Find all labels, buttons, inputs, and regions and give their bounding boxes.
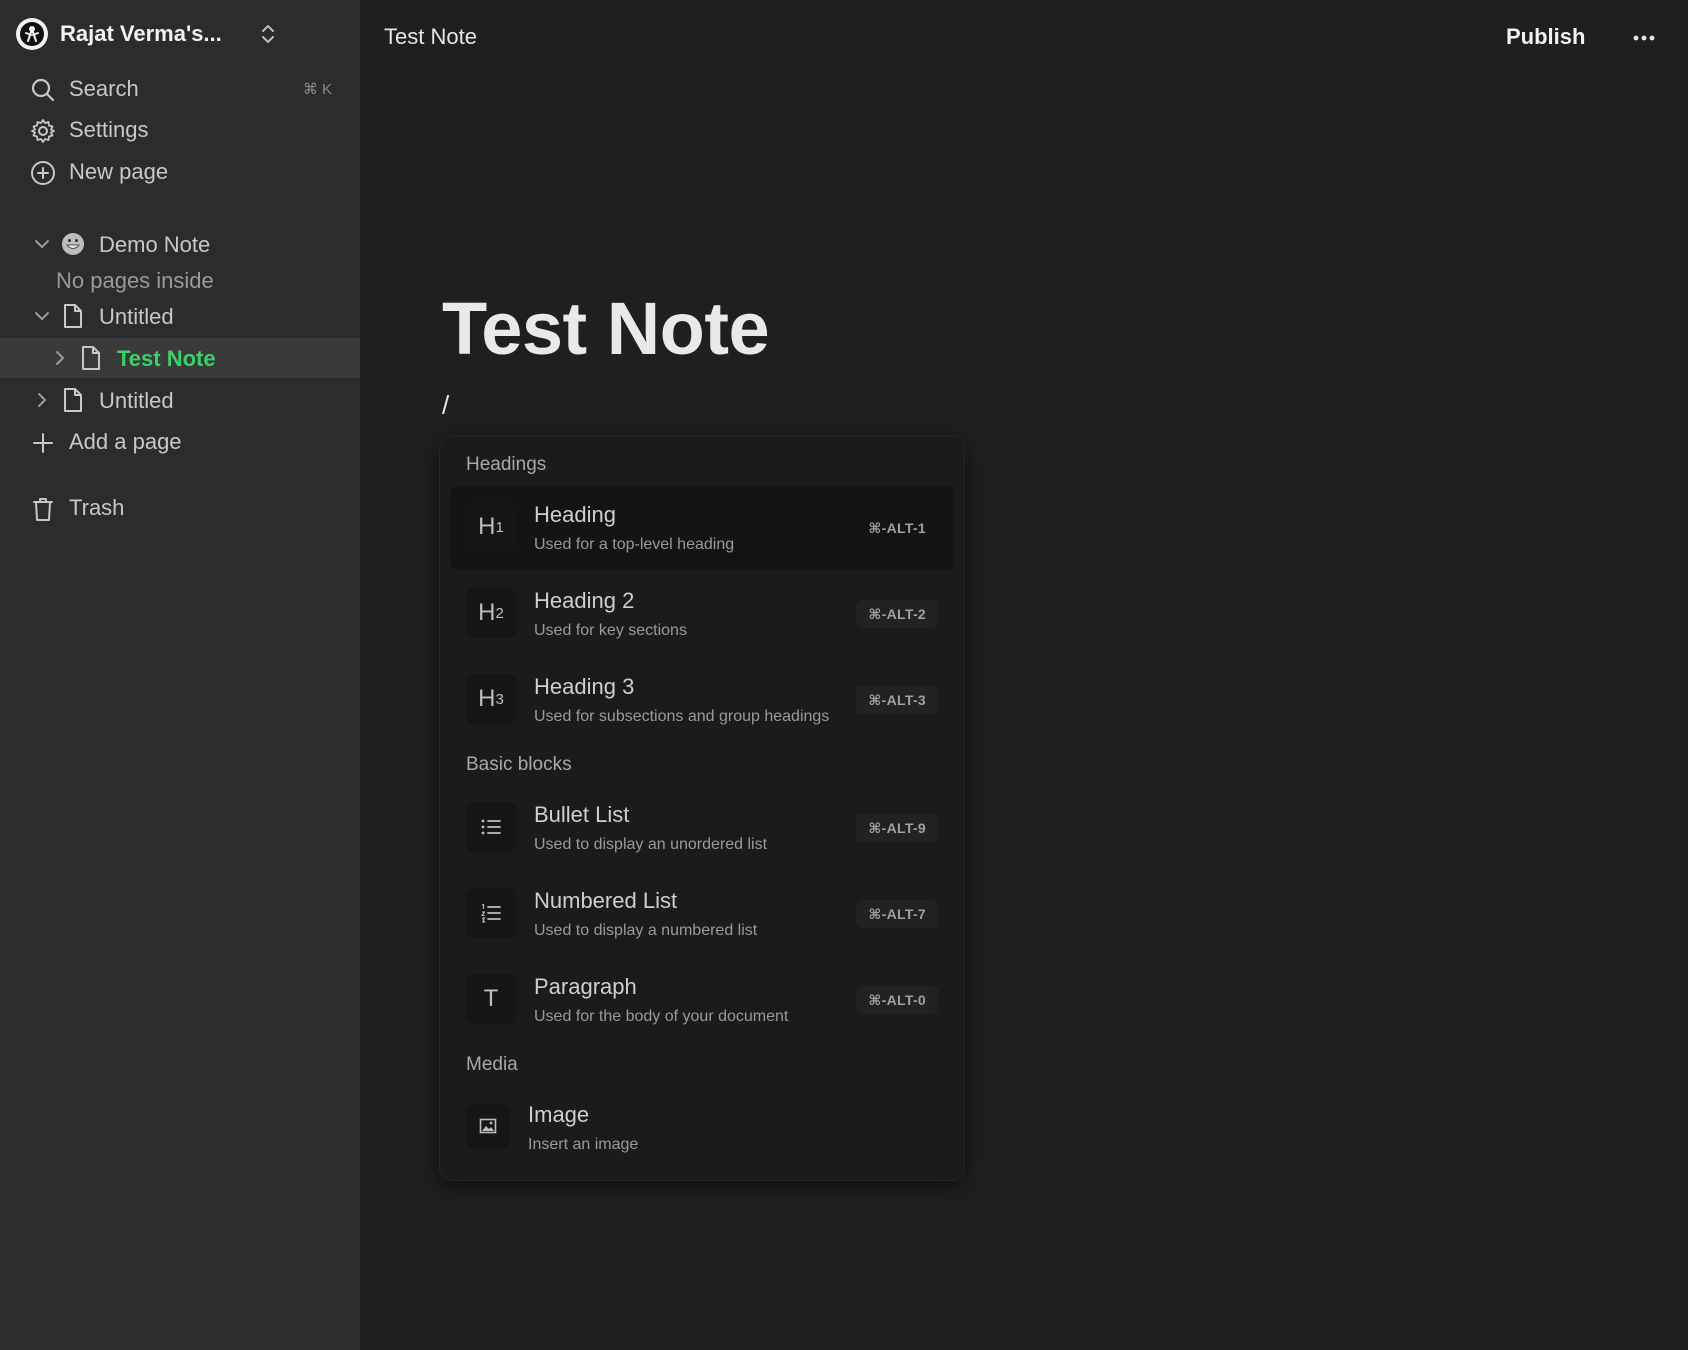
empty-pages-hint: No pages inside — [56, 268, 214, 293]
numbered-list-icon — [466, 888, 516, 938]
menu-section-headings: Headings — [466, 454, 547, 475]
workspace-logo-icon — [20, 22, 44, 46]
image-icon — [466, 1104, 510, 1148]
document-title[interactable]: Test Note — [442, 286, 770, 371]
menu-item-shortcut: ⌘-ALT-7 — [856, 900, 938, 928]
sidebar: Rajat Verma's... Search ⌘ K Settings New… — [0, 0, 360, 1350]
plus-circle-icon — [31, 161, 55, 185]
heading-2-icon: H2 — [466, 588, 516, 638]
sidebar-new-page[interactable]: New page — [0, 153, 360, 191]
menu-item-title: Heading 2 — [534, 588, 635, 613]
editor-area: Test Note Publish Test Note / Headings H… — [360, 0, 1688, 1350]
menu-item-shortcut: ⌘-ALT-9 — [856, 814, 938, 842]
menu-item-description: Used to display an unordered list — [534, 836, 768, 853]
heading-3-icon: H3 — [466, 674, 516, 724]
menu-item-heading-3[interactable]: H3 Heading 3 Used for subsections and gr… — [450, 658, 954, 742]
document-icon — [64, 304, 82, 328]
menu-item-title: Bullet List — [534, 802, 630, 827]
sidebar-trash[interactable]: Trash — [0, 489, 360, 527]
bullet-list-icon — [466, 802, 516, 852]
add-page-button[interactable]: Add a page — [0, 423, 360, 461]
tree-item-untitled[interactable]: Untitled — [0, 296, 360, 336]
more-options-icon[interactable] — [1630, 24, 1658, 52]
publish-button[interactable]: Publish — [1506, 24, 1585, 50]
chevron-right-icon[interactable] — [50, 348, 70, 368]
menu-item-title: Paragraph — [534, 974, 637, 999]
page-breadcrumb-title: Test Note — [384, 24, 477, 49]
document-icon — [82, 346, 100, 370]
grinning-emoji-icon — [62, 233, 84, 255]
menu-item-image[interactable]: Image Insert an image — [450, 1086, 954, 1170]
slash-command-menu: Headings H1 Heading Used for a top-level… — [440, 436, 964, 1180]
paragraph-icon: T — [466, 974, 516, 1024]
menu-item-description: Used to display a numbered list — [534, 922, 758, 939]
sidebar-trash-label: Trash — [69, 495, 125, 520]
menu-section-basic-blocks: Basic blocks — [466, 754, 572, 775]
plus-icon — [33, 433, 53, 453]
menu-item-description: Used for the body of your document — [534, 1008, 789, 1025]
sidebar-search[interactable]: Search ⌘ K — [0, 70, 360, 108]
tree-item-label: Untitled — [99, 388, 174, 413]
tree-item-test-note[interactable]: Test Note — [0, 338, 360, 378]
sidebar-new-page-label: New page — [69, 159, 169, 184]
chevron-down-icon[interactable] — [32, 234, 52, 254]
menu-item-shortcut: ⌘-ALT-3 — [856, 686, 938, 714]
menu-item-title: Image — [528, 1102, 590, 1127]
sidebar-settings-label: Settings — [69, 117, 149, 142]
editor-input-line[interactable]: / — [442, 390, 449, 421]
menu-item-numbered-list[interactable]: Numbered List Used to display a numbered… — [450, 872, 954, 956]
chevron-up-down-icon[interactable] — [256, 22, 280, 46]
workspace-name: Rajat Verma's... — [60, 21, 222, 46]
gear-icon — [31, 119, 55, 143]
menu-item-heading-2[interactable]: H2 Heading 2 Used for key sections ⌘-ALT… — [450, 572, 954, 656]
menu-item-title: Heading 3 — [534, 674, 635, 699]
menu-item-shortcut: ⌘-ALT-1 — [868, 519, 926, 536]
heading-1-icon: H1 — [466, 502, 516, 552]
menu-item-title: Heading — [534, 502, 616, 527]
document-icon — [64, 388, 82, 412]
menu-item-shortcut: ⌘-ALT-0 — [856, 986, 938, 1014]
trash-icon — [33, 498, 53, 521]
chevron-down-icon[interactable] — [32, 306, 52, 326]
tree-item-untitled[interactable]: Untitled — [0, 380, 360, 420]
search-shortcut: ⌘ K — [302, 81, 332, 98]
search-icon — [31, 78, 55, 102]
menu-item-description: Used for a top-level heading — [534, 536, 735, 553]
menu-item-shortcut: ⌘-ALT-2 — [856, 600, 938, 628]
menu-item-title: Numbered List — [534, 888, 678, 913]
tree-item-demo-note[interactable]: Demo Note — [0, 224, 360, 264]
sidebar-settings[interactable]: Settings — [0, 111, 360, 149]
menu-section-media: Media — [466, 1054, 518, 1075]
menu-item-description: Used for key sections — [534, 622, 687, 639]
app-window: Rajat Verma's... Search ⌘ K Settings New… — [0, 0, 1688, 1350]
tree-item-label: Demo Note — [99, 232, 211, 257]
tree-item-label: Test Note — [117, 346, 216, 371]
menu-item-paragraph[interactable]: T Paragraph Used for the body of your do… — [450, 958, 954, 1042]
menu-item-description: Used for subsections and group headings — [534, 708, 830, 725]
menu-item-bullet-list[interactable]: Bullet List Used to display an unordered… — [450, 786, 954, 870]
workspace-avatar — [16, 18, 48, 50]
sidebar-search-label: Search — [69, 76, 139, 101]
tree-item-label: Untitled — [99, 304, 174, 329]
menu-item-description: Insert an image — [528, 1136, 639, 1153]
menu-item-heading-1[interactable]: H1 Heading Used for a top-level heading … — [450, 486, 954, 570]
chevron-right-icon[interactable] — [32, 390, 52, 410]
workspace-switcher[interactable]: Rajat Verma's... — [16, 14, 342, 54]
add-page-label: Add a page — [69, 429, 182, 454]
